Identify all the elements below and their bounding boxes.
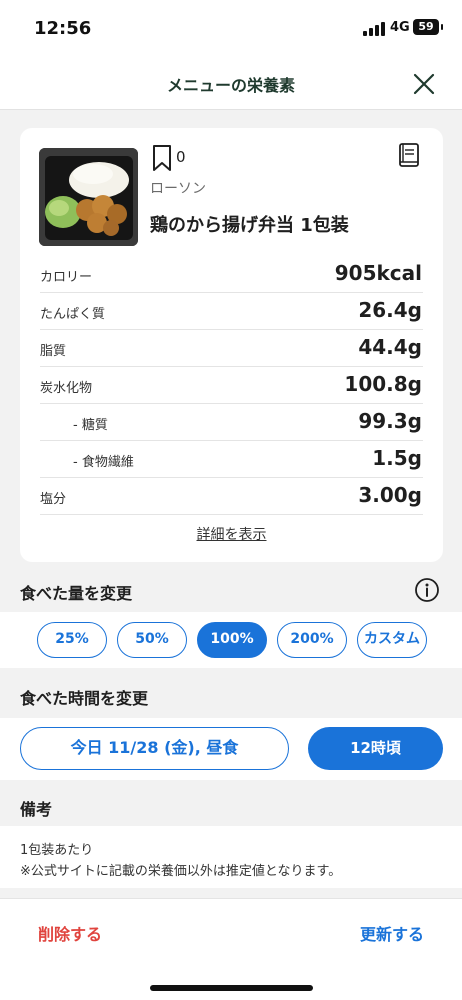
memo-line-1: 1包装あたり (20, 843, 94, 858)
memo-box: 1包装あたり ※公式サイトに記載の栄養価以外は推定値となります。 (0, 826, 462, 888)
nutrition-value: 1.5g (372, 446, 422, 470)
time-options: 今日 11/28 (金), 昼食 12時頃 (0, 718, 462, 780)
nutrition-row-salt: 塩分 3.00g (40, 478, 423, 515)
memo-line-2: ※公式サイトに記載の栄養価以外は推定値となります。 (20, 864, 342, 879)
nutrition-value: 3.00g (358, 483, 422, 507)
quantity-50-button[interactable]: 50% (117, 622, 187, 658)
nutrition-row-protein: たんぱく質 26.4g (40, 293, 423, 330)
nutrition-value: 905kcal (334, 261, 422, 285)
food-name: 鶏のから揚げ弁当 1包装 (150, 215, 349, 236)
nutrition-row-fiber: - 食物繊維 1.5g (40, 441, 423, 478)
page-title: メニューの栄養素 (166, 76, 295, 95)
network-type: 4G (390, 20, 410, 35)
info-icon[interactable] (414, 577, 440, 603)
quantity-200-button[interactable]: 200% (277, 622, 347, 658)
battery-level: 59 (418, 20, 434, 33)
quantity-custom-button[interactable]: カスタム (357, 622, 427, 658)
quantity-25-button[interactable]: 25% (37, 622, 107, 658)
nutrition-card: 0 ローソン 鶏のから揚げ弁当 1包装 カロリー 905kcal たんぱく質 2… (20, 128, 443, 562)
nutrition-value: 44.4g (358, 335, 422, 359)
nutrition-label: - 糖質 (73, 418, 108, 433)
nav-header: メニューの栄養素 (0, 58, 462, 110)
memo-section-title: 備考 (20, 800, 53, 819)
time-section-title: 食べた時間を変更 (20, 689, 149, 708)
food-image (39, 148, 138, 246)
nutrition-value: 26.4g (358, 298, 422, 322)
nutrition-row-fat: 脂質 44.4g (40, 330, 423, 367)
nutrition-label: カロリー (40, 270, 93, 285)
delete-button[interactable]: 削除する (38, 921, 102, 945)
close-icon[interactable] (408, 68, 440, 100)
quantity-options: 25% 50% 100% 200% カスタム (0, 612, 462, 668)
bookmark-count: 0 (176, 148, 186, 166)
meal-date-button[interactable]: 今日 11/28 (金), 昼食 (20, 727, 289, 770)
nutrition-label: - 食物繊維 (73, 455, 134, 470)
quantity-section-title: 食べた量を変更 (20, 584, 133, 603)
battery-icon: 59 (413, 19, 443, 35)
home-indicator (150, 985, 313, 991)
nutrition-label: 塩分 (40, 492, 67, 507)
show-details-link[interactable]: 詳細を表示 (197, 527, 267, 543)
meal-hour-button[interactable]: 12時頃 (308, 727, 443, 770)
details-link-wrap: 詳細を表示 (20, 524, 443, 544)
update-button[interactable]: 更新する (360, 921, 424, 945)
nutrition-row-calories: カロリー 905kcal (40, 256, 423, 293)
brand-name: ローソン (150, 181, 206, 197)
book-icon[interactable] (397, 142, 421, 170)
nutrition-list: カロリー 905kcal たんぱく質 26.4g 脂質 44.4g 炭水化物 1… (40, 256, 423, 515)
bookmark-icon[interactable] (150, 144, 174, 172)
status-time: 12:56 (34, 18, 92, 39)
signal-icon (363, 22, 385, 36)
nutrition-label: 炭水化物 (40, 381, 93, 396)
nutrition-row-sugar: - 糖質 99.3g (40, 404, 423, 441)
bottom-action-bar: 削除する 更新する (0, 898, 462, 1000)
nutrition-row-carbs: 炭水化物 100.8g (40, 367, 423, 404)
quantity-100-button[interactable]: 100% (197, 622, 267, 658)
status-bar: 12:56 4G 59 (0, 0, 462, 58)
nutrition-value: 99.3g (358, 409, 422, 433)
nutrition-label: 脂質 (40, 344, 67, 359)
nutrition-label: たんぱく質 (40, 307, 106, 322)
nutrition-value: 100.8g (344, 372, 422, 396)
